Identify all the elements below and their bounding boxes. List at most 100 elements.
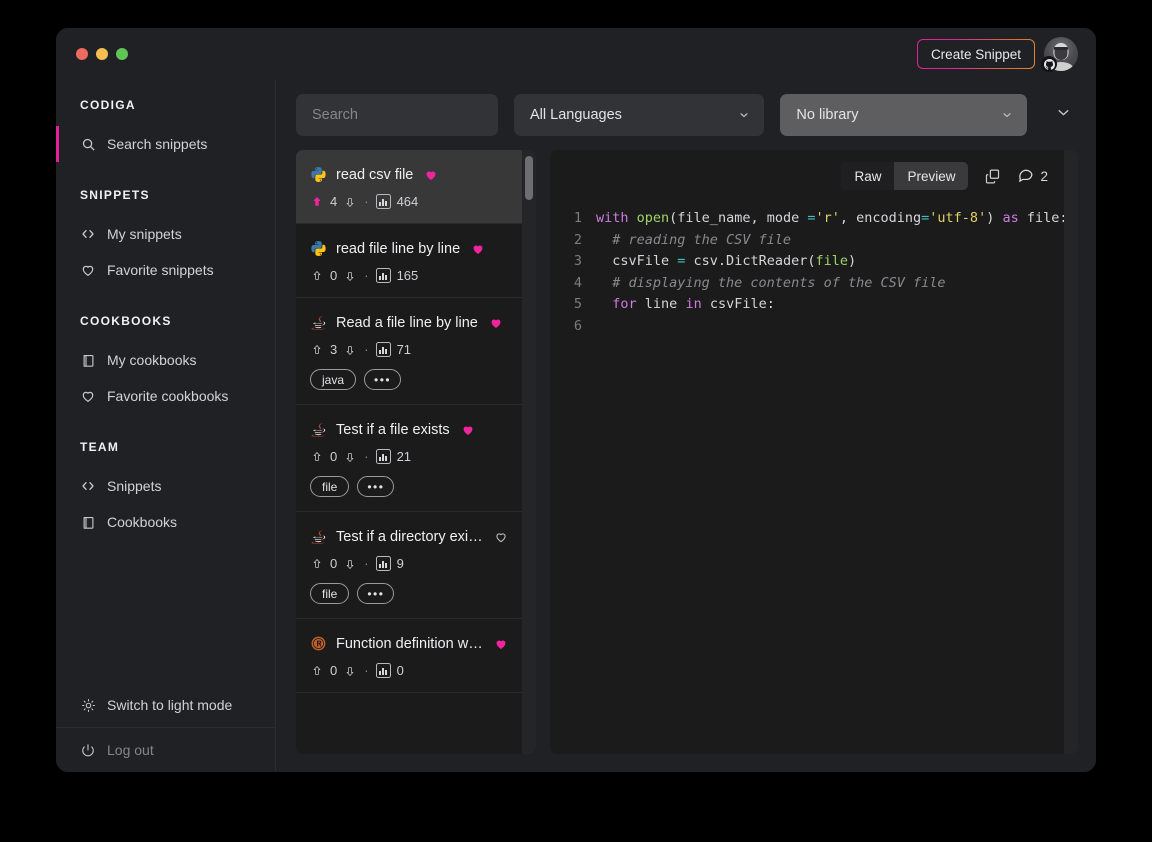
snippet-tag[interactable]: java — [310, 369, 356, 390]
code-token-kw: as — [1002, 210, 1018, 226]
code-line-text: csvFile = csv.DictReader(file) — [596, 251, 1064, 273]
github-icon — [1041, 56, 1057, 72]
heart-filled-icon[interactable] — [489, 316, 503, 330]
book-icon — [80, 352, 96, 368]
upvote-count: 0 — [330, 663, 337, 678]
views-chart-icon — [376, 268, 391, 283]
logout-label: Log out — [107, 742, 154, 758]
snippet-list-item[interactable]: read csv file4·464 — [296, 150, 522, 224]
snippet-meta: 0·9 — [310, 556, 508, 571]
app-window: Create Snippet CODIGA — [56, 28, 1096, 772]
snippet-title: read csv file — [336, 167, 413, 183]
upvote-icon[interactable] — [310, 343, 324, 357]
downvote-icon[interactable] — [343, 664, 357, 678]
views-count: 9 — [397, 556, 404, 571]
code-token-kw: with — [596, 210, 629, 226]
search-input[interactable] — [296, 94, 498, 136]
sidebar-item-search-snippets[interactable]: Search snippets — [56, 126, 275, 162]
meta-separator: · — [364, 342, 368, 357]
avatar[interactable] — [1044, 37, 1078, 71]
language-filter-value: All Languages — [530, 107, 738, 123]
code-token-cmt: # reading the CSV file — [596, 232, 791, 248]
upvote-icon[interactable] — [310, 269, 324, 283]
upvote-count: 4 — [330, 194, 337, 209]
library-filter-select[interactable]: No library — [780, 94, 1027, 136]
snippet-meta: 0·165 — [310, 268, 508, 283]
views-count: 21 — [397, 449, 411, 464]
scrollbar-thumb[interactable] — [525, 156, 533, 200]
snippet-list-item[interactable]: Function definition wi... 0·0 — [296, 619, 522, 693]
tab-preview[interactable]: Preview — [894, 162, 968, 190]
snippet-meta: 0·21 — [310, 449, 508, 464]
sidebar-item-my-cookbooks[interactable]: My cookbooks — [56, 342, 275, 378]
snippet-tags: java ••• — [310, 369, 508, 390]
snippet-meta: 0·0 — [310, 663, 508, 678]
sidebar-item-favorite-cookbooks[interactable]: Favorite cookbooks — [56, 378, 275, 414]
views-count: 0 — [397, 663, 404, 678]
snippet-title: Function definition wi... — [336, 636, 483, 652]
upvote-icon[interactable] — [310, 664, 324, 678]
code-panel-scrollbar[interactable] — [1064, 150, 1078, 754]
code-token-fn: open — [637, 210, 670, 226]
upvote-icon[interactable] — [310, 450, 324, 464]
heart-outline-icon[interactable] — [494, 530, 508, 544]
snippet-list-item[interactable]: Read a file line by line3·71java••• — [296, 298, 522, 405]
comments-button[interactable]: 2 — [1017, 166, 1048, 186]
sidebar-item-team-snippets[interactable]: Snippets — [56, 468, 275, 504]
heart-filled-icon[interactable] — [471, 242, 485, 256]
tab-raw[interactable]: Raw — [841, 162, 894, 190]
close-window-button[interactable] — [76, 48, 88, 60]
snippet-title: Read a file line by line — [336, 315, 478, 331]
snippet-title-row: Test if a file exists — [310, 421, 508, 438]
snippet-tag[interactable]: file — [310, 583, 349, 604]
search-icon — [80, 136, 96, 152]
expand-filters-button[interactable] — [1049, 98, 1078, 132]
window-body: CODIGA Search snippets SNIPPETS — [56, 80, 1096, 772]
downvote-icon[interactable] — [343, 343, 357, 357]
meta-separator: · — [364, 194, 368, 209]
view-mode-toggle: Raw Preview — [841, 162, 968, 190]
main-area: All Languages No library — [276, 80, 1096, 772]
python-logo-icon — [310, 166, 327, 183]
downvote-icon[interactable] — [343, 557, 357, 571]
upvote-icon[interactable] — [310, 557, 324, 571]
downvote-icon[interactable] — [343, 269, 357, 283]
downvote-icon[interactable] — [343, 195, 357, 209]
snippet-tag-more-button[interactable]: ••• — [357, 476, 394, 497]
sidebar-item-my-snippets[interactable]: My snippets — [56, 216, 275, 252]
code-line-text — [596, 316, 1064, 338]
views-count: 165 — [397, 268, 419, 283]
sidebar-heading-snippets: SNIPPETS — [56, 188, 275, 202]
snippet-tag[interactable]: file — [310, 476, 349, 497]
theme-toggle-button[interactable]: Switch to light mode — [56, 683, 275, 727]
traffic-lights — [76, 48, 128, 60]
downvote-icon[interactable] — [343, 450, 357, 464]
heart-filled-icon[interactable] — [461, 423, 475, 437]
logout-button[interactable]: Log out — [56, 728, 275, 772]
code-icon — [80, 226, 96, 242]
heart-filled-icon[interactable] — [494, 637, 508, 651]
minimize-window-button[interactable] — [96, 48, 108, 60]
sidebar-nav: CODIGA Search snippets SNIPPETS — [56, 80, 275, 683]
heart-outline-icon — [80, 388, 96, 404]
snippet-tag-more-button[interactable]: ••• — [357, 583, 394, 604]
maximize-window-button[interactable] — [116, 48, 128, 60]
create-snippet-button[interactable]: Create Snippet — [918, 40, 1034, 68]
code-line: 4 # displaying the contents of the CSV f… — [550, 273, 1064, 295]
snippet-tag-more-button[interactable]: ••• — [364, 369, 401, 390]
snippet-list-item[interactable]: Test if a directory exists0·9file••• — [296, 512, 522, 619]
copy-icon[interactable] — [984, 168, 1001, 185]
snippet-list-scrollbar[interactable] — [522, 150, 536, 754]
heart-filled-icon[interactable] — [424, 168, 438, 182]
code-editor[interactable]: 1with open(file_name, mode ='r', encodin… — [550, 202, 1064, 754]
sidebar-item-favorite-snippets[interactable]: Favorite snippets — [56, 252, 275, 288]
snippet-list-item[interactable]: read file line by line0·165 — [296, 224, 522, 298]
upvote-icon[interactable] — [310, 195, 324, 209]
line-number: 4 — [550, 273, 596, 295]
snippet-title-row: Function definition wi... — [310, 635, 508, 652]
sidebar-item-team-cookbooks[interactable]: Cookbooks — [56, 504, 275, 540]
language-filter-select[interactable]: All Languages — [514, 94, 764, 136]
code-token-plain: , encoding — [840, 210, 921, 226]
views-chart-icon — [376, 342, 391, 357]
snippet-list-item[interactable]: Test if a file exists 0·21 file ••• — [296, 405, 522, 512]
